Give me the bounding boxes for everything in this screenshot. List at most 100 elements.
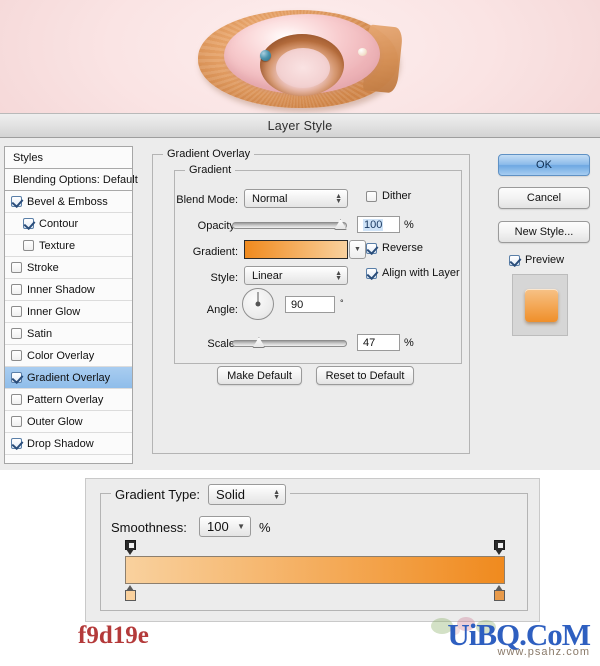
opacity-unit: % xyxy=(404,219,414,231)
scale-label: Scale: xyxy=(207,338,238,350)
new-style-button[interactable]: New Style... xyxy=(498,221,590,243)
angle-input[interactable]: 90 xyxy=(285,296,335,313)
sidebar-item-styles[interactable]: Styles xyxy=(5,147,132,169)
smoothness-unit: % xyxy=(259,520,271,535)
hero-image xyxy=(0,0,600,113)
sidebar-item-gradient-overlay[interactable]: Gradient Overlay xyxy=(5,367,132,389)
angle-value: 90 xyxy=(291,298,304,311)
opacity-slider[interactable] xyxy=(232,222,347,229)
checkbox-glyph[interactable] xyxy=(11,394,22,405)
ok-button[interactable]: OK xyxy=(498,154,590,176)
gradient-type-select[interactable]: Solid ▲ ▼ xyxy=(208,484,287,505)
sidebar-item-drop-shadow[interactable]: Drop Shadow xyxy=(5,433,132,455)
stop-pointer-icon xyxy=(495,549,503,555)
checkbox-glyph[interactable] xyxy=(11,350,22,361)
checkbox-glyph[interactable] xyxy=(11,262,22,273)
sidebar-item-label: Stroke xyxy=(27,261,59,274)
sidebar-item-label: Color Overlay xyxy=(27,349,95,362)
checkbox-glyph[interactable] xyxy=(11,416,22,427)
reset-to-default-label: Reset to Default xyxy=(325,369,405,382)
color-stop-right[interactable] xyxy=(494,585,505,602)
opacity-label: Opacity: xyxy=(197,220,238,232)
opacity-input[interactable]: 100 xyxy=(357,216,400,233)
dialog-titlebar: Layer Style xyxy=(0,113,600,138)
gradient-bar[interactable] xyxy=(125,556,505,584)
preview-thumbnail xyxy=(512,274,568,336)
angle-dial[interactable] xyxy=(242,288,274,320)
sidebar-item-label: Styles xyxy=(13,151,43,164)
checkbox-glyph[interactable] xyxy=(11,284,22,295)
scale-slider[interactable] xyxy=(232,340,347,347)
preview-chip xyxy=(525,289,558,322)
sidebar-item-label: Gradient Overlay xyxy=(27,371,111,384)
style-select[interactable]: Linear ▲ ▼ xyxy=(244,266,348,285)
sidebar-item-color-overlay[interactable]: Color Overlay xyxy=(5,345,132,367)
style-value: Linear xyxy=(252,269,283,282)
blend-mode-label: Blend Mode: xyxy=(176,194,238,206)
gradient-type-row: Gradient Type: Solid ▲ ▼ xyxy=(111,484,291,505)
sidebar-item-texture[interactable]: Texture xyxy=(5,235,132,257)
checkbox-glyph[interactable] xyxy=(11,196,22,207)
scale-value: 47 xyxy=(363,336,376,349)
checkbox-glyph[interactable] xyxy=(23,240,34,251)
new-style-label: New Style... xyxy=(514,226,574,238)
sidebar-item-label: Drop Shadow xyxy=(27,437,94,450)
opacity-value: 100 xyxy=(363,218,384,231)
section-title: Gradient Overlay xyxy=(163,148,255,160)
reverse-label: Reverse xyxy=(382,242,423,254)
smoothness-value: 100 xyxy=(207,519,229,534)
chevron-updown-icon: ▲ ▼ xyxy=(335,192,342,205)
checkbox-glyph[interactable] xyxy=(11,438,22,449)
blend-mode-select[interactable]: Normal ▲ ▼ xyxy=(244,189,348,208)
chevron-down-icon: ▼ xyxy=(237,522,245,531)
checkbox-glyph[interactable] xyxy=(23,218,34,229)
opacity-stop-right[interactable] xyxy=(494,540,505,555)
color-stop-left[interactable] xyxy=(125,585,136,602)
styles-sidebar[interactable]: Styles Blending Options: Default Bevel & E… xyxy=(4,146,138,464)
gradient-editor-panel: Gradient Type: Solid ▲ ▼ Smoothness: 100 … xyxy=(85,478,540,622)
checkbox-glyph[interactable] xyxy=(11,306,22,317)
sidebar-item-blending-options-default[interactable]: Blending Options: Default xyxy=(5,169,138,191)
checkbox-glyph xyxy=(366,242,377,254)
layer-style-dialog: Styles Blending Options: Default Bevel & E… xyxy=(0,138,600,470)
stop-square-icon xyxy=(125,590,136,601)
sidebar-item-stroke[interactable]: Stroke xyxy=(5,257,132,279)
align-with-layer-checkbox[interactable]: Align with Layer xyxy=(366,267,460,279)
sidebar-item-label: Blending Options: Default xyxy=(13,173,138,186)
sidebar-item-bevel-emboss[interactable]: Bevel & Emboss xyxy=(5,191,132,213)
ok-label: OK xyxy=(536,159,552,171)
gradient-swatch[interactable] xyxy=(244,240,348,259)
sidebar-item-label: Bevel & Emboss xyxy=(27,195,108,208)
preview-label: Preview xyxy=(525,254,565,266)
stop-pointer-icon xyxy=(126,549,134,555)
checkbox-glyph xyxy=(366,267,377,279)
cancel-button[interactable]: Cancel xyxy=(498,187,590,209)
sidebar-item-contour[interactable]: Contour xyxy=(5,213,132,235)
checkbox-glyph[interactable] xyxy=(11,328,22,339)
sidebar-item-pattern-overlay[interactable]: Pattern Overlay xyxy=(5,389,132,411)
sidebar-item-outer-glow[interactable]: Outer Glow xyxy=(5,411,132,433)
smoothness-select[interactable]: 100 ▼ xyxy=(199,516,251,537)
blue-sprinkle-icon xyxy=(260,50,271,61)
cancel-label: Cancel xyxy=(526,192,562,204)
scale-input[interactable]: 47 xyxy=(357,334,400,351)
dither-checkbox[interactable]: Dither xyxy=(366,190,411,202)
gradient-picker-dropdown[interactable]: ▼ xyxy=(349,240,366,259)
donut-hole-inner xyxy=(276,48,330,88)
checkbox-glyph[interactable] xyxy=(11,372,22,383)
sidebar-item-label: Contour xyxy=(39,217,79,230)
angle-unit: ° xyxy=(340,298,344,308)
gradient-type-label: Gradient Type: xyxy=(115,487,201,502)
opacity-stop-left[interactable] xyxy=(125,540,136,555)
preview-checkbox[interactable]: Preview xyxy=(509,254,564,266)
make-default-button[interactable]: Make Default xyxy=(217,366,302,385)
reverse-checkbox[interactable]: Reverse xyxy=(366,242,423,254)
sidebar-item-inner-glow[interactable]: Inner Glow xyxy=(5,301,132,323)
checkbox-glyph xyxy=(509,254,520,266)
blend-mode-value: Normal xyxy=(252,192,288,205)
reset-to-default-button[interactable]: Reset to Default xyxy=(316,366,414,385)
sidebar-item-label: Pattern Overlay xyxy=(27,393,104,406)
sidebar-item-inner-shadow[interactable]: Inner Shadow xyxy=(5,279,132,301)
sidebar-item-satin[interactable]: Satin xyxy=(5,323,132,345)
sidebar-item-label: Inner Shadow xyxy=(27,283,95,296)
